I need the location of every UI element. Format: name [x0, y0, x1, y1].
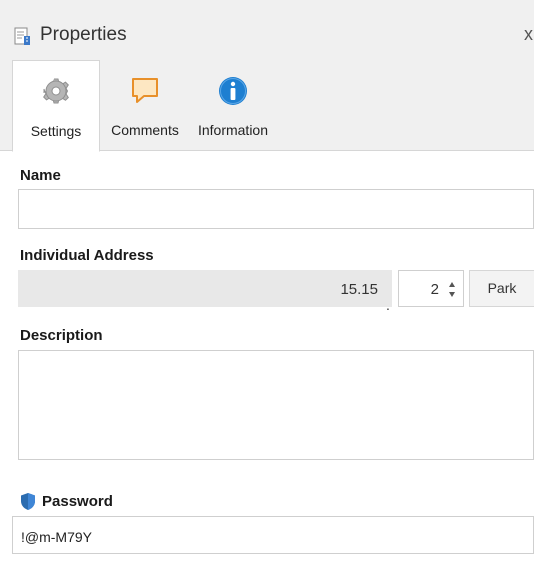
spin-down-icon[interactable] [449, 292, 455, 297]
close-icon[interactable]: x [524, 24, 533, 44]
description-input[interactable] [18, 350, 534, 460]
password-input[interactable]: !@m-M79Y [12, 516, 534, 554]
address-separator: . [386, 297, 390, 313]
gear-icon [43, 78, 69, 104]
password-value: !@m-M79Y [21, 529, 92, 545]
address-prefix-field: 15.15 [18, 270, 392, 307]
name-label: Name [20, 167, 61, 184]
info-icon [219, 77, 247, 105]
tab-information[interactable]: Information [188, 60, 278, 151]
address-prefix-value: 15.15 [340, 281, 378, 298]
spin-up-icon[interactable] [449, 282, 455, 287]
password-label: Password [42, 493, 113, 510]
shield-icon [21, 493, 35, 510]
tab-comments[interactable]: Comments [104, 60, 186, 151]
properties-icon [14, 27, 30, 45]
name-input[interactable] [18, 189, 534, 229]
park-button[interactable]: Park [469, 270, 534, 307]
tab-settings[interactable]: Settings [12, 60, 100, 152]
tab-strip: Settings Comments Information [0, 60, 534, 152]
description-label: Description [20, 327, 103, 344]
device-number-value: 2 [430, 281, 439, 298]
device-number-stepper[interactable]: 2 [398, 270, 464, 307]
title-bar: Properties x [0, 0, 534, 60]
tab-settings-label: Settings [30, 123, 82, 139]
tab-comments-label: Comments [111, 122, 179, 138]
individual-address-label: Individual Address [20, 247, 154, 264]
settings-panel: Name Individual Address 15.15 . 2 Park D… [0, 151, 534, 586]
window-title: Properties [40, 24, 127, 45]
comment-icon [132, 78, 158, 103]
tab-information-label: Information [197, 122, 269, 138]
